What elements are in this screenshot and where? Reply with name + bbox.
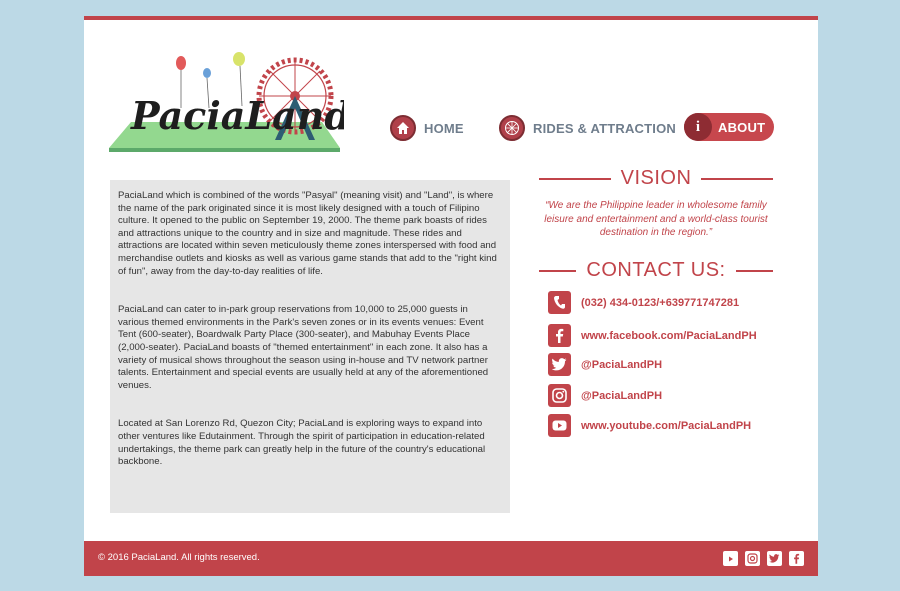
vision-heading-text: VISION xyxy=(620,167,692,189)
heading-divider xyxy=(539,177,611,180)
contact-instagram[interactable]: @PaciaLandPH xyxy=(548,384,662,407)
contact-phone[interactable]: (032) 434-0123/+639771747281 xyxy=(548,291,739,314)
nav-home[interactable]: HOME xyxy=(390,113,464,143)
heading-divider xyxy=(735,269,773,272)
nav-about-label: ABOUT xyxy=(718,119,766,135)
vision-statement: “We are the Philippine leader in wholeso… xyxy=(544,200,768,238)
contact-youtube-text: www.youtube.com/PaciaLandPH xyxy=(581,419,752,432)
facebook-icon[interactable] xyxy=(789,551,804,566)
heading-divider xyxy=(539,269,577,272)
about-content-box: PaciaLand which is combined of the words… xyxy=(110,180,510,513)
ferris-wheel-icon xyxy=(499,115,525,141)
phone-icon xyxy=(548,291,571,314)
contact-twitter[interactable]: @PaciaLandPH xyxy=(548,353,662,376)
nav-about[interactable]: i ABOUT xyxy=(684,113,774,141)
info-icon: i xyxy=(684,113,712,141)
heading-divider xyxy=(701,177,774,180)
page-container: PaciaLand HOME RIDES & ATTRACTION i ABOU… xyxy=(84,16,818,576)
youtube-icon[interactable] xyxy=(723,551,738,566)
about-paragraph: Located at San Lorenzo Rd, Quezon City; … xyxy=(118,418,486,468)
youtube-icon xyxy=(548,414,571,437)
contact-instagram-text: @PaciaLandPH xyxy=(581,389,663,402)
about-paragraph: PaciaLand which is combined of the words… xyxy=(118,190,497,277)
copyright-text: © 2016 PaciaLand. All rights reserved. xyxy=(98,552,260,563)
contact-heading-text: CONTACT US: xyxy=(586,259,726,281)
instagram-icon[interactable] xyxy=(745,551,760,566)
footer-social-links xyxy=(723,551,804,566)
nav-rides-label: RIDES & ATTRACTION xyxy=(533,120,676,136)
pacialand-logo[interactable]: PaciaLand xyxy=(109,50,351,155)
home-icon xyxy=(390,115,416,141)
footer: © 2016 PaciaLand. All rights reserved. xyxy=(84,541,818,576)
vision-heading: VISION xyxy=(539,167,774,190)
contact-youtube[interactable]: www.youtube.com/PaciaLandPH xyxy=(548,414,751,437)
contact-facebook-text: www.facebook.com/PaciaLandPH xyxy=(581,329,757,342)
instagram-icon xyxy=(548,384,571,407)
nav-rides-attraction[interactable]: RIDES & ATTRACTION xyxy=(499,113,676,143)
contact-phone-text: (032) 434-0123/+639771747281 xyxy=(581,296,740,309)
contact-twitter-text: @PaciaLandPH xyxy=(581,358,663,371)
contact-facebook[interactable]: www.facebook.com/PaciaLandPH xyxy=(548,324,757,347)
facebook-icon xyxy=(548,324,571,347)
about-paragraph: PaciaLand can cater to in-park group res… xyxy=(118,304,489,391)
svg-text:PaciaLand: PaciaLand xyxy=(130,93,344,138)
twitter-icon xyxy=(548,353,571,376)
contact-heading: CONTACT US: xyxy=(539,259,773,282)
nav-home-label: HOME xyxy=(424,120,464,136)
twitter-icon[interactable] xyxy=(767,551,782,566)
